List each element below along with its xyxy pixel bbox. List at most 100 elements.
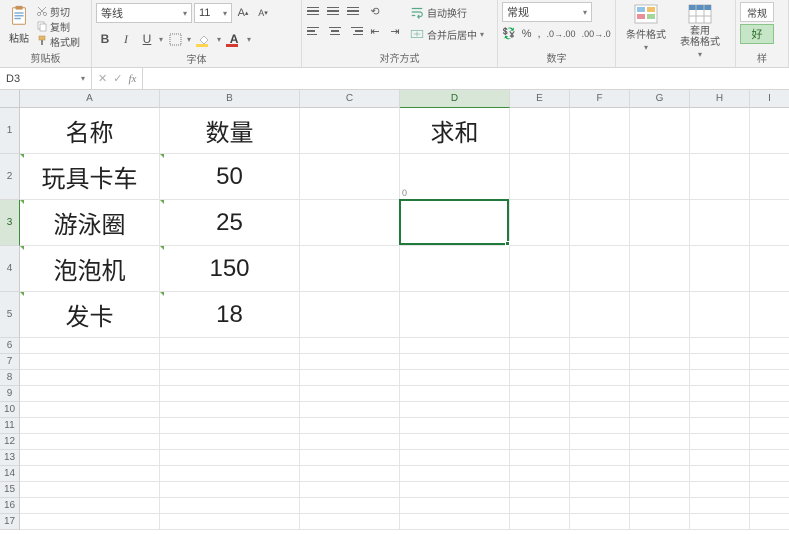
cell-I17[interactable] xyxy=(750,514,789,530)
cell-F16[interactable] xyxy=(570,498,630,514)
cell-I4[interactable] xyxy=(750,246,789,292)
cell-C12[interactable] xyxy=(300,434,400,450)
cell-I2[interactable] xyxy=(750,154,789,200)
align-right-button[interactable] xyxy=(346,22,364,40)
row-header-3[interactable]: 3 xyxy=(0,200,20,246)
cell-E11[interactable] xyxy=(510,418,570,434)
cell-C17[interactable] xyxy=(300,514,400,530)
cell-E15[interactable] xyxy=(510,482,570,498)
cell-E6[interactable] xyxy=(510,338,570,354)
cell-I11[interactable] xyxy=(750,418,789,434)
increase-indent-button[interactable]: ⇥ xyxy=(386,22,404,40)
merge-center-button[interactable]: 合并后居中 ▾ xyxy=(410,24,484,44)
orientation-button[interactable]: ⟲ xyxy=(366,2,384,20)
cell-C15[interactable] xyxy=(300,482,400,498)
cell-I9[interactable] xyxy=(750,386,789,402)
cell-H5[interactable] xyxy=(690,292,750,338)
cell-D11[interactable] xyxy=(400,418,510,434)
cell-F2[interactable] xyxy=(570,154,630,200)
cell-F3[interactable] xyxy=(570,200,630,246)
cell-C7[interactable] xyxy=(300,354,400,370)
paste-button[interactable]: 粘贴 xyxy=(4,2,34,47)
cell-C10[interactable] xyxy=(300,402,400,418)
cell-G4[interactable] xyxy=(630,246,690,292)
fx-icon[interactable]: fx xyxy=(128,73,136,85)
cell-A1[interactable]: 名称 xyxy=(20,108,160,154)
cell-D4[interactable] xyxy=(400,246,510,292)
italic-button[interactable]: I xyxy=(117,30,135,48)
cancel-formula-button[interactable]: ✕ xyxy=(98,72,107,85)
cell-A5[interactable]: 发卡 xyxy=(20,292,160,338)
cell-E17[interactable] xyxy=(510,514,570,530)
decrease-decimal-button[interactable]: .00→.0 xyxy=(582,29,611,39)
cell-H6[interactable] xyxy=(690,338,750,354)
cell-E14[interactable] xyxy=(510,466,570,482)
row-header-4[interactable]: 4 xyxy=(0,246,20,292)
cell-E10[interactable] xyxy=(510,402,570,418)
cell-B15[interactable] xyxy=(160,482,300,498)
cell-D13[interactable] xyxy=(400,450,510,466)
cell-D5[interactable] xyxy=(400,292,510,338)
cell-F10[interactable] xyxy=(570,402,630,418)
cell-G13[interactable] xyxy=(630,450,690,466)
row-header-6[interactable]: 6 xyxy=(0,338,20,354)
cell-D14[interactable] xyxy=(400,466,510,482)
cell-I10[interactable] xyxy=(750,402,789,418)
row-header-15[interactable]: 15 xyxy=(0,482,20,498)
cell-F5[interactable] xyxy=(570,292,630,338)
cell-E7[interactable] xyxy=(510,354,570,370)
confirm-formula-button[interactable]: ✓ xyxy=(113,72,122,85)
cell-H13[interactable] xyxy=(690,450,750,466)
cell-A13[interactable] xyxy=(20,450,160,466)
column-header-A[interactable]: A xyxy=(20,90,160,108)
cell-G7[interactable] xyxy=(630,354,690,370)
cell-A10[interactable] xyxy=(20,402,160,418)
row-header-12[interactable]: 12 xyxy=(0,434,20,450)
cell-G5[interactable] xyxy=(630,292,690,338)
cell-F15[interactable] xyxy=(570,482,630,498)
cell-I7[interactable] xyxy=(750,354,789,370)
row-header-10[interactable]: 10 xyxy=(0,402,20,418)
align-middle-button[interactable] xyxy=(326,2,344,20)
row-header-1[interactable]: 1 xyxy=(0,108,20,154)
cell-I1[interactable] xyxy=(750,108,789,154)
row-header-5[interactable]: 5 xyxy=(0,292,20,338)
cell-G16[interactable] xyxy=(630,498,690,514)
cell-D6[interactable] xyxy=(400,338,510,354)
increase-decimal-button[interactable]: .0→.00 xyxy=(547,29,576,39)
cell-H10[interactable] xyxy=(690,402,750,418)
cell-B5[interactable]: 18 xyxy=(160,292,300,338)
cell-E2[interactable] xyxy=(510,154,570,200)
cell-D7[interactable] xyxy=(400,354,510,370)
align-bottom-button[interactable] xyxy=(346,2,364,20)
cell-I8[interactable] xyxy=(750,370,789,386)
cell-G8[interactable] xyxy=(630,370,690,386)
cell-E5[interactable] xyxy=(510,292,570,338)
cell-C8[interactable] xyxy=(300,370,400,386)
font-name-select[interactable]: 等线▾ xyxy=(96,3,192,23)
cell-E4[interactable] xyxy=(510,246,570,292)
align-top-button[interactable] xyxy=(306,2,324,20)
chevron-down-icon[interactable]: ▾ xyxy=(217,35,221,44)
currency-button[interactable]: 💱 xyxy=(502,27,516,40)
cell-B12[interactable] xyxy=(160,434,300,450)
cell-I13[interactable] xyxy=(750,450,789,466)
cell-B14[interactable] xyxy=(160,466,300,482)
cell-A15[interactable] xyxy=(20,482,160,498)
cell-C4[interactable] xyxy=(300,246,400,292)
table-format-button[interactable]: 套用 表格格式 ▾ xyxy=(674,2,726,61)
decrease-indent-button[interactable]: ⇤ xyxy=(366,22,384,40)
bold-button[interactable]: B xyxy=(96,30,114,48)
column-header-E[interactable]: E xyxy=(510,90,570,108)
cell-H12[interactable] xyxy=(690,434,750,450)
cell-G10[interactable] xyxy=(630,402,690,418)
cell-F4[interactable] xyxy=(570,246,630,292)
cell-E1[interactable] xyxy=(510,108,570,154)
align-left-button[interactable] xyxy=(306,22,324,40)
row-header-2[interactable]: 2 xyxy=(0,154,20,200)
cell-H3[interactable] xyxy=(690,200,750,246)
cell-D17[interactable] xyxy=(400,514,510,530)
cell-I16[interactable] xyxy=(750,498,789,514)
cell-B3[interactable]: 25 xyxy=(160,200,300,246)
cell-C5[interactable] xyxy=(300,292,400,338)
